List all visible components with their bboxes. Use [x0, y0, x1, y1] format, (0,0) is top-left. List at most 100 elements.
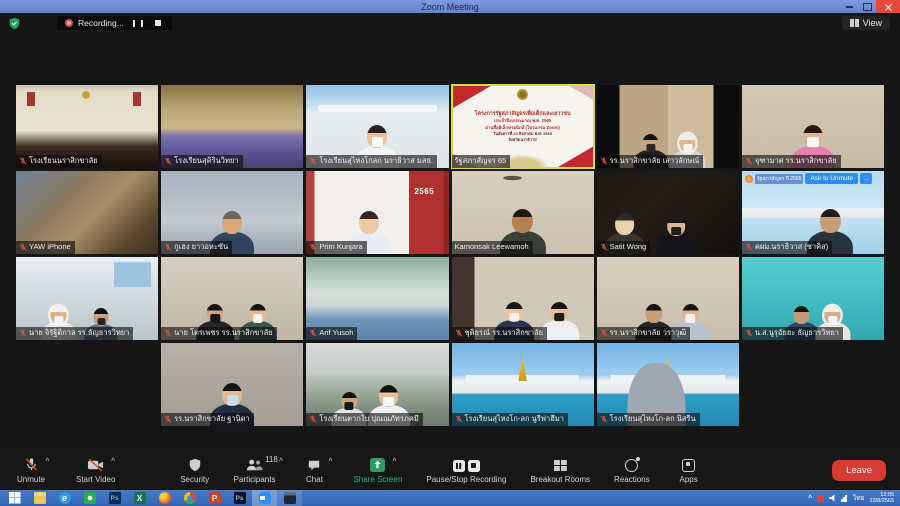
taskbar-app-remote-window[interactable]: [277, 490, 302, 506]
unmute-chevron-icon[interactable]: ^: [45, 458, 49, 465]
video-grid: โรงเรียนนราสิกขาลัยโรงเรียนสุคิรินวิทยาโ…: [16, 85, 884, 426]
participants-button[interactable]: 118 ^ Participants: [234, 457, 276, 484]
participant-tile[interactable]: รร.นราสิกขาลัย เสาวลักษณ์: [597, 85, 739, 168]
taskbar-app-photoshop[interactable]: Ps: [102, 490, 127, 506]
share-screen-button[interactable]: ^ Share Screen: [353, 457, 402, 484]
remote-window-icon: [284, 492, 296, 504]
participant-name-label: นาย โตรเพชร รร.นราสิกขาลัย: [161, 327, 276, 340]
participant-name-label: โรงเรียนสุไหงโกลก นราธิวาส มสธ.: [306, 155, 437, 168]
pause-icon: [133, 20, 143, 27]
unmute-button[interactable]: ^ Unmute: [16, 457, 46, 484]
taskbar-clock[interactable]: 12:05 23/8/2565: [870, 492, 894, 505]
more-options-button[interactable]: ...: [860, 173, 872, 184]
muted-mic-icon: [600, 157, 608, 165]
muted-mic-icon: [600, 243, 608, 251]
participant-tile[interactable]: นาย จิรัฐิติกาล รร.ธัญธารวิทยา: [16, 257, 158, 340]
share-chevron-icon[interactable]: ^: [392, 458, 396, 465]
meeting-toolbar: ^ Unmute ^ Start Video Security: [0, 450, 900, 490]
taskbar-app-file-explorer[interactable]: [27, 490, 52, 506]
participant-tile[interactable]: ชุติธรณ์ รร.นราสิกขาลัย: [452, 257, 594, 340]
unmute-label: Unmute: [17, 475, 45, 484]
taskbar-app-powerpoint[interactable]: P: [202, 490, 227, 506]
start-video-label: Start Video: [76, 475, 115, 484]
taskbar-app-excel[interactable]: X: [127, 490, 152, 506]
tray-volume-icon[interactable]: [829, 495, 836, 502]
participant-tile[interactable]: Arif Yusoh: [306, 257, 448, 340]
reactions-icon: [625, 459, 638, 472]
video-chevron-icon[interactable]: ^: [111, 458, 115, 465]
participant-name-label: นาย จิรัฐิติกาล รร.ธัญธารวิทยา: [16, 327, 133, 340]
participant-tile[interactable]: โรงเรียนสุไหงโก-ลก นูรีฟาฮีมา: [452, 343, 594, 426]
recording-stop-button[interactable]: [152, 18, 164, 28]
apps-button[interactable]: Apps: [674, 457, 704, 484]
participant-name-label: คผม.นราธิวาส (ชาคิส): [742, 241, 832, 254]
reactions-label: Reactions: [614, 475, 650, 484]
start-video-button[interactable]: ^ Start Video: [76, 457, 115, 484]
participant-tile[interactable]: นาย โตรเพชร รร.นราสิกขาลัย: [161, 257, 303, 340]
participant-name-label: โรงเรียนตากใบ ปุณณภัทรภคมี: [306, 413, 422, 426]
language-indicator[interactable]: ไทย: [853, 493, 864, 503]
participant-name: Kamonsak Leewamoh: [455, 242, 529, 252]
participant-name-label: YAW iPhone: [16, 241, 75, 254]
taskbar-app-internet-explorer[interactable]: e: [52, 490, 77, 506]
participant-tile[interactable]: โรงเรียนนราสิกขาลัย: [16, 85, 158, 168]
minimize-icon: [846, 6, 853, 8]
participant-tile[interactable]: รัฐสภาสัญจร ปี 2565Ask to Unmute...คผม.น…: [742, 171, 884, 254]
leave-button[interactable]: Leave: [832, 460, 886, 481]
person-figure: [656, 216, 696, 254]
apps-icon: [682, 459, 695, 472]
participant-tile[interactable]: โรงเรียนสุไหงโกลก นราธิวาส มสธ.: [306, 85, 448, 168]
system-tray: ^ ไทย 12:05 23/8/2565: [808, 492, 898, 505]
muted-mic-icon: [600, 329, 608, 337]
reactions-button[interactable]: Reactions: [614, 457, 650, 484]
gallery-grid-icon: [850, 19, 859, 28]
firefox-icon: [159, 492, 171, 504]
chat-button[interactable]: ^ Chat: [299, 457, 329, 484]
participant-tile[interactable]: โรงเรียนสุไหงโก-ลก นิสรีน: [597, 343, 739, 426]
participant-tile[interactable]: กูเฮง ยาวอหะซัน: [161, 171, 303, 254]
participant-name: รร.นราสิกขาลัย เสาวลักษณ์: [610, 156, 700, 166]
participant-tile[interactable]: รร.นราสิกขาลัย วราวุฒิ: [597, 257, 739, 340]
recording-pause-button[interactable]: [132, 18, 144, 28]
clock-date: 23/8/2565: [870, 498, 894, 505]
breakout-label: Breakout Rooms: [530, 475, 590, 484]
window-titlebar: Zoom Meeting: [0, 0, 900, 13]
tray-notification-icon[interactable]: [817, 495, 824, 502]
participant-tile[interactable]: Satit Wong: [597, 171, 739, 254]
pause-stop-recording-button[interactable]: Pause/Stop Recording: [426, 457, 506, 484]
participant-name-label: โรงเรียนสุคิรินวิทยา: [161, 155, 242, 168]
muted-mic-icon: [745, 243, 753, 251]
taskbar-app-photoshop-2[interactable]: Ps: [227, 490, 252, 506]
view-button[interactable]: View: [842, 16, 890, 30]
chat-chevron-icon[interactable]: ^: [328, 458, 332, 465]
maximize-button[interactable]: [858, 0, 876, 13]
close-button[interactable]: [876, 0, 900, 13]
ask-to-unmute-button[interactable]: Ask to Unmute: [805, 173, 858, 184]
participants-chevron-icon[interactable]: ^: [279, 458, 283, 465]
participant-tile[interactable]: Kamonsak Leewamoh: [452, 171, 594, 254]
taskbar-app-start[interactable]: [2, 490, 27, 506]
participant-tile[interactable]: รร.นราสิกขาลัย ฐานิดา: [161, 343, 303, 426]
muted-mic-icon: [455, 415, 463, 423]
minimize-button[interactable]: [840, 0, 858, 13]
security-button[interactable]: Security: [180, 457, 210, 484]
tray-network-icon[interactable]: [841, 495, 848, 502]
participant-tile[interactable]: โครงการรัฐสภาสัญจรเพื่อเด็กและเยาวชนประจ…: [452, 85, 594, 168]
taskbar-app-firefox[interactable]: [152, 490, 177, 506]
participant-tile[interactable]: น.ส.นูรุอัยฮะ ธัญธารวิทยา: [742, 257, 884, 340]
camera-off-icon: [87, 458, 104, 472]
participant-tile[interactable]: YAW iPhone: [16, 171, 158, 254]
participant-tile[interactable]: จุฑามาศ รร.นราสิกขาลัย: [742, 85, 884, 168]
meeting-stage: Recording... View โรงเรียนนราสิกขาลัยโรง…: [0, 13, 900, 450]
taskbar-app-chrome[interactable]: [177, 490, 202, 506]
participants-icon: [246, 458, 263, 472]
participant-tile[interactable]: โรงเรียนสุคิรินวิทยา: [161, 85, 303, 168]
participant-tile[interactable]: 2565Prim Kunjara: [306, 171, 448, 254]
taskbar-app-zoom[interactable]: [252, 490, 277, 506]
participant-tile[interactable]: โรงเรียนตากใบ ปุณณภัทรภคมี: [306, 343, 448, 426]
powerpoint-icon: P: [209, 492, 221, 504]
taskbar-app-line-app[interactable]: [77, 490, 102, 506]
tray-chevron-icon[interactable]: ^: [808, 495, 812, 502]
breakout-rooms-button[interactable]: Breakout Rooms: [530, 457, 590, 484]
participant-name-label: จุฑามาศ รร.นราสิกขาลัย: [742, 155, 841, 168]
